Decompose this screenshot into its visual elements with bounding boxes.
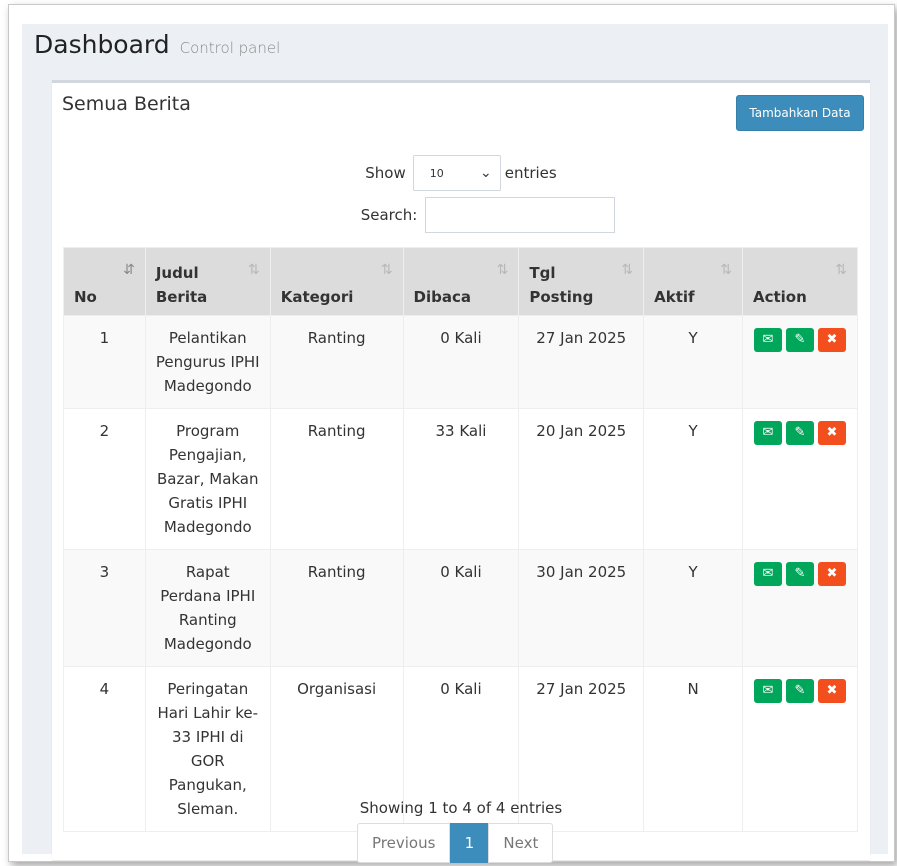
- cell-action: ✉ ✎ ✖: [741, 408, 859, 550]
- entries-length-control: Show 10 ⌄ entries: [52, 155, 870, 191]
- search-control: Search:: [52, 197, 870, 233]
- cell-dibaca: 0 Kali: [402, 549, 520, 667]
- cell-dibaca: 33 Kali: [402, 408, 520, 550]
- table-row: 1 Pelantikan Pengurus IPHI Madegondo Ran…: [63, 315, 859, 409]
- entries-select-value: 10: [429, 166, 444, 180]
- column-header-kategori[interactable]: ⇅ Kategori: [269, 247, 404, 316]
- cell-aktif: Y: [643, 315, 743, 409]
- edit-icon[interactable]: ✎: [785, 679, 814, 703]
- cell-no: 1: [63, 315, 146, 409]
- chevron-down-icon: ⌄: [480, 165, 492, 181]
- show-label: Show: [365, 164, 406, 182]
- cell-tgl: 30 Jan 2025: [518, 549, 645, 667]
- cell-aktif: Y: [643, 549, 743, 667]
- envelope-icon[interactable]: ✉: [753, 421, 782, 445]
- entries-label: entries: [504, 164, 557, 182]
- cell-action: ✉ ✎ ✖: [741, 549, 859, 667]
- search-label: Search:: [360, 206, 418, 224]
- content-header: Dashboard Control panel: [34, 30, 280, 70]
- cell-judul: Program Pengajian, Bazar, Makan Gratis I…: [144, 408, 271, 550]
- page-1-button[interactable]: 1: [450, 823, 489, 863]
- sort-icon: ⇅: [247, 262, 260, 278]
- envelope-icon[interactable]: ✉: [753, 679, 782, 703]
- edit-icon[interactable]: ✎: [785, 328, 814, 352]
- cell-no: 3: [63, 549, 146, 667]
- sort-icon: ⇅: [621, 262, 634, 278]
- table-row: 3 Rapat Perdana IPHI Ranting Madegondo R…: [63, 549, 859, 667]
- column-header-judul[interactable]: ⇅ Judul Berita: [144, 247, 271, 316]
- edit-icon[interactable]: ✎: [785, 421, 814, 445]
- cell-kategori: Ranting: [269, 315, 404, 409]
- table-info: Showing 1 to 4 of 4 entries: [359, 799, 563, 817]
- cell-tgl: 20 Jan 2025: [518, 408, 645, 550]
- edit-icon[interactable]: ✎: [785, 562, 814, 586]
- cell-action: ✉ ✎ ✖: [741, 315, 859, 409]
- cell-kategori: Ranting: [269, 408, 404, 550]
- column-header-no[interactable]: ⇵ No: [63, 247, 146, 316]
- entries-select[interactable]: 10 ⌄: [412, 155, 501, 191]
- close-icon[interactable]: ✖: [817, 562, 846, 586]
- column-header-aktif[interactable]: ⇅ Aktif: [643, 247, 743, 316]
- table-header-row: ⇵ No ⇅ Judul Berita ⇅ Kategori ⇅ Dibaca …: [63, 247, 859, 316]
- cell-no: 2: [63, 408, 146, 550]
- news-box: Semua Berita Tambahkan Data Show 10 ⌄ en…: [52, 80, 870, 863]
- next-page-button[interactable]: Next: [488, 823, 554, 863]
- cell-dibaca: 0 Kali: [402, 315, 520, 409]
- envelope-icon[interactable]: ✉: [753, 328, 782, 352]
- table-row: 2 Program Pengajian, Bazar, Makan Gratis…: [63, 408, 859, 550]
- close-icon[interactable]: ✖: [817, 679, 846, 703]
- content-wrapper: Dashboard Control panel Semua Berita Tam…: [22, 24, 888, 863]
- cell-judul: Rapat Perdana IPHI Ranting Madegondo: [144, 549, 271, 667]
- news-table: ⇵ No ⇅ Judul Berita ⇅ Kategori ⇅ Dibaca …: [63, 247, 859, 832]
- sort-icon: ⇅: [496, 262, 509, 278]
- search-input[interactable]: [425, 197, 616, 233]
- cell-aktif: Y: [643, 408, 743, 550]
- page-title: Dashboard: [34, 30, 170, 59]
- add-data-button[interactable]: Tambahkan Data: [736, 95, 864, 131]
- column-header-action[interactable]: ⇅ Action: [741, 247, 859, 316]
- pagination: Previous 1 Next: [357, 823, 554, 863]
- sort-icon: ⇅: [720, 262, 732, 278]
- sort-icon: ⇅: [380, 262, 393, 278]
- box-title: Semua Berita: [62, 93, 191, 115]
- close-icon[interactable]: ✖: [817, 328, 846, 352]
- page-subtitle: Control panel: [179, 39, 281, 57]
- envelope-icon[interactable]: ✉: [753, 562, 782, 586]
- cell-judul: Pelantikan Pengurus IPHI Madegondo: [144, 315, 271, 409]
- sort-icon: ⇅: [835, 262, 847, 278]
- previous-page-button[interactable]: Previous: [357, 823, 451, 863]
- cell-kategori: Ranting: [269, 549, 404, 667]
- cell-tgl: 27 Jan 2025: [518, 315, 645, 409]
- column-header-tgl-posting[interactable]: ⇅ Tgl Posting: [518, 247, 645, 316]
- close-icon[interactable]: ✖: [817, 421, 846, 445]
- column-header-dibaca[interactable]: ⇅ Dibaca: [402, 247, 520, 316]
- sort-amount-asc-icon: ⇵: [123, 262, 135, 278]
